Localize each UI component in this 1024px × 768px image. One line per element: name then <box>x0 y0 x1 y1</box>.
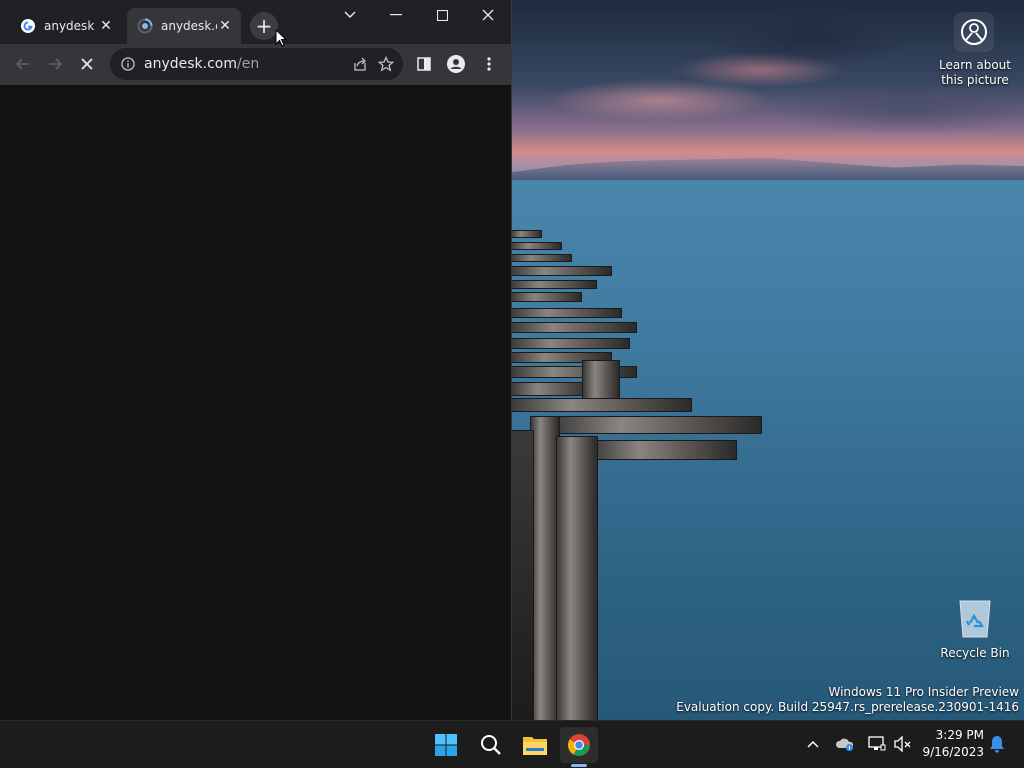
kebab-menu-icon <box>487 57 491 71</box>
start-icon <box>435 734 457 756</box>
tab-title: anydesk.c <box>161 19 217 33</box>
taskbar: 3:29 PM 9/16/2023 <box>0 720 1024 768</box>
stop-icon <box>81 58 93 70</box>
clock-time: 3:29 PM <box>935 728 984 742</box>
notifications-button[interactable] <box>986 733 1008 755</box>
tab-title: anydesk - <box>44 19 98 33</box>
side-panel-button[interactable] <box>412 52 436 76</box>
onedrive-tray[interactable] <box>834 733 856 755</box>
maximize-icon <box>436 9 448 21</box>
minimize-icon <box>390 14 402 16</box>
menu-button[interactable] <box>477 52 501 76</box>
mouse-cursor-icon <box>275 29 287 47</box>
url-text[interactable]: anydesk.com/en <box>144 56 347 72</box>
new-tab-button[interactable]: + <box>250 12 278 40</box>
share-icon[interactable] <box>347 51 373 77</box>
profile-button[interactable] <box>444 52 468 76</box>
tab-search-button[interactable] <box>327 0 373 30</box>
clock-date: 9/16/2023 <box>922 745 984 759</box>
tab-anydesk-search[interactable]: anydesk - ✕ <box>10 8 122 44</box>
network-tray[interactable] <box>866 733 888 755</box>
start-button[interactable] <box>427 727 465 763</box>
tab-close-icon[interactable]: ✕ <box>98 18 114 34</box>
learn-about-picture-icon[interactable] <box>954 12 994 52</box>
stop-loading-button[interactable] <box>75 52 99 76</box>
onedrive-icon <box>835 738 854 751</box>
chevron-up-icon <box>807 740 819 748</box>
close-window-button[interactable] <box>465 0 511 30</box>
search-button[interactable] <box>472 727 510 763</box>
volume-tray[interactable] <box>892 733 914 755</box>
chevron-down-icon <box>344 11 356 18</box>
chrome-button[interactable] <box>560 727 598 763</box>
profile-icon <box>447 55 465 73</box>
show-hidden-icons-button[interactable] <box>802 733 824 755</box>
bell-icon <box>990 736 1004 753</box>
network-icon <box>868 736 886 751</box>
recycle-bin-label[interactable]: Recycle Bin <box>935 646 1015 660</box>
back-button[interactable] <box>11 52 35 76</box>
minimize-button[interactable] <box>373 0 419 30</box>
recycle-bin-icon[interactable] <box>955 597 995 639</box>
chrome-running-indicator <box>571 764 587 767</box>
watermark-line2: Evaluation copy. Build 25947.rs_prerelea… <box>676 700 1019 714</box>
close-icon <box>482 9 494 21</box>
google-icon <box>20 18 36 34</box>
site-info-icon[interactable] <box>120 56 136 72</box>
browser-toolbar: anydesk.com/en <box>0 44 511 86</box>
arrow-left-icon <box>15 58 29 70</box>
arrow-right-icon <box>49 58 63 70</box>
tab-strip: anydesk - ✕ anydesk.c ✕ + <box>0 0 511 44</box>
clock[interactable]: 3:29 PM 9/16/2023 <box>918 727 984 761</box>
file-explorer-button[interactable] <box>516 727 554 763</box>
chrome-window: anydesk - ✕ anydesk.c ✕ + anydesk.com/en <box>0 0 512 720</box>
wallpaper-pier <box>510 230 770 720</box>
page-content[interactable] <box>0 86 511 720</box>
search-icon <box>481 735 501 755</box>
address-bar[interactable]: anydesk.com/en <box>110 48 403 80</box>
watermark-line1: Windows 11 Pro Insider Preview <box>828 685 1019 699</box>
maximize-button[interactable] <box>419 0 465 30</box>
side-panel-icon <box>417 57 431 71</box>
bookmark-star-icon[interactable] <box>373 51 399 77</box>
forward-button[interactable] <box>43 52 67 76</box>
url-host: anydesk.com <box>144 56 237 72</box>
volume-muted-icon <box>894 736 911 752</box>
learn-about-picture-label[interactable]: Learn about this picture <box>935 58 1015 88</box>
chrome-icon <box>568 734 590 756</box>
url-path: /en <box>237 56 260 72</box>
tab-anydesk-site[interactable]: anydesk.c ✕ <box>127 8 241 44</box>
loading-spinner-icon <box>137 18 153 34</box>
windows-watermark: Windows 11 Pro Insider Preview Evaluatio… <box>676 685 1019 715</box>
file-explorer-icon <box>523 737 547 755</box>
tab-close-icon[interactable]: ✕ <box>217 18 233 34</box>
